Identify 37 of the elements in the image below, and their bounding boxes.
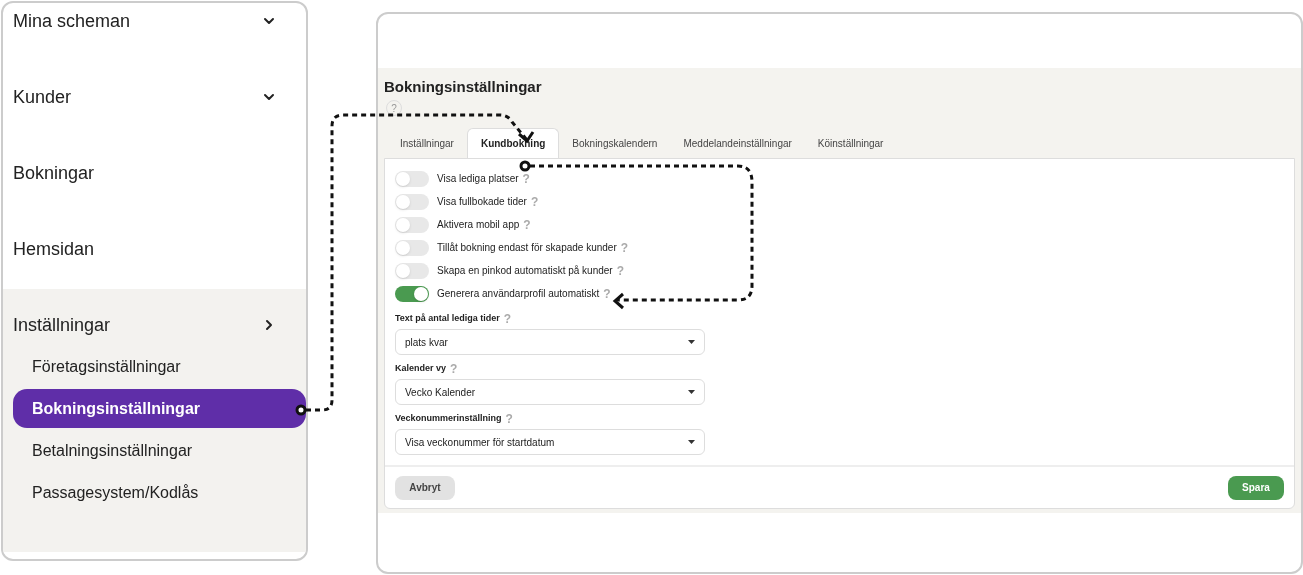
sidebar-item[interactable]: Kunder [3, 59, 306, 135]
toggle-label: Skapa en pinkod automatiskt på kunder [437, 264, 613, 278]
cancel-button[interactable]: Avbryt [395, 475, 455, 500]
caret-icon [688, 440, 695, 444]
select-dropdown[interactable]: Vecko Kalender [395, 379, 705, 405]
sidebar-subitem[interactable]: Betalningsinställningar [13, 431, 306, 470]
tab[interactable]: Meddelandeinställningar [670, 128, 805, 158]
toggle-label: Aktivera mobil app [437, 218, 520, 232]
tab[interactable]: Kundbokning [466, 128, 560, 158]
sidebar-item[interactable]: Mina scheman [3, 3, 306, 59]
field-label: Veckonummerinställning [395, 412, 502, 426]
toggle-label: Visa lediga platser [437, 172, 519, 186]
toggle-label: Visa fullbokade tider [437, 195, 527, 209]
caret-icon [688, 340, 695, 344]
toggle-label: Tillåt bokning endast för skapade kunder [437, 241, 617, 255]
toggle-switch[interactable] [395, 239, 429, 256]
sidebar-subitem[interactable]: Företagsinställningar [13, 347, 306, 386]
tab[interactable]: Köinställningar [804, 128, 897, 158]
page-title: Bokningsinställningar [384, 77, 543, 97]
tab[interactable]: Bokningskalendern [559, 128, 671, 158]
toggle-switch[interactable] [395, 262, 429, 279]
sidebar-subitem[interactable]: Bokningsinställningar [13, 389, 306, 428]
toggle-switch[interactable] [395, 216, 429, 233]
toggle-switch[interactable] [395, 285, 429, 302]
field-label: Kalender vy [395, 362, 447, 376]
sidebar-item[interactable]: Inställningar [3, 313, 306, 337]
caret-icon [688, 390, 695, 394]
sidebar-item[interactable]: Hemsidan [3, 211, 306, 287]
sidebar-subitem[interactable]: Passagesystem/Kodlås [13, 473, 306, 512]
select-dropdown[interactable]: plats kvar [395, 329, 705, 355]
toggle-switch[interactable] [395, 193, 429, 210]
select-dropdown[interactable]: Visa veckonummer för startdatum [395, 429, 705, 455]
field-label: Text på antal lediga tider [395, 312, 500, 326]
tab[interactable]: Inställningar [387, 128, 467, 158]
sidebar-item[interactable]: Bokningar [3, 135, 306, 211]
toggle-label: Generera användarprofil automatiskt [437, 287, 600, 301]
toggle-switch[interactable] [395, 170, 429, 187]
